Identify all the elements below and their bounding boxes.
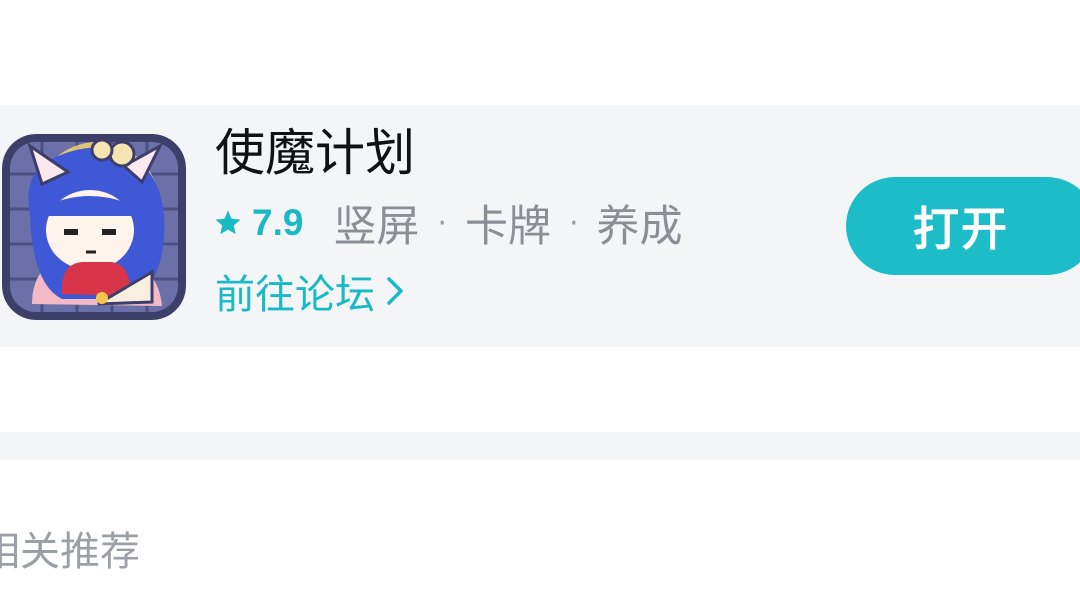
app-card[interactable]: 使魔计划 7.9 竖屏 · 卡牌 · 养成 前往论坛 打开 [0, 105, 1080, 347]
tag-separator: · [568, 205, 579, 241]
rating-value: 7.9 [252, 202, 304, 243]
forum-link[interactable]: 前往论坛 [215, 262, 405, 320]
tag-separator: · [437, 205, 447, 241]
forum-link-label: 前往论坛 [215, 272, 375, 318]
chevron-right-icon [387, 277, 403, 305]
tag-genre: 卡牌 [464, 202, 551, 252]
page: 使魔计划 7.9 竖屏 · 卡牌 · 养成 前往论坛 打开 相关推荐 [0, 0, 1080, 606]
app-meta-row: 7.9 竖屏 · 卡牌 · 养成 [213, 193, 683, 253]
app-icon[interactable] [2, 134, 186, 320]
app-title: 使魔计划 [215, 124, 415, 182]
star-icon [215, 210, 241, 235]
tag-orientation: 竖屏 [333, 202, 420, 252]
tag-style: 养成 [596, 202, 683, 252]
open-button[interactable]: 打开 [846, 177, 1080, 275]
section-divider [0, 432, 1080, 460]
related-recommendations-title: 相关推荐 [0, 529, 140, 575]
